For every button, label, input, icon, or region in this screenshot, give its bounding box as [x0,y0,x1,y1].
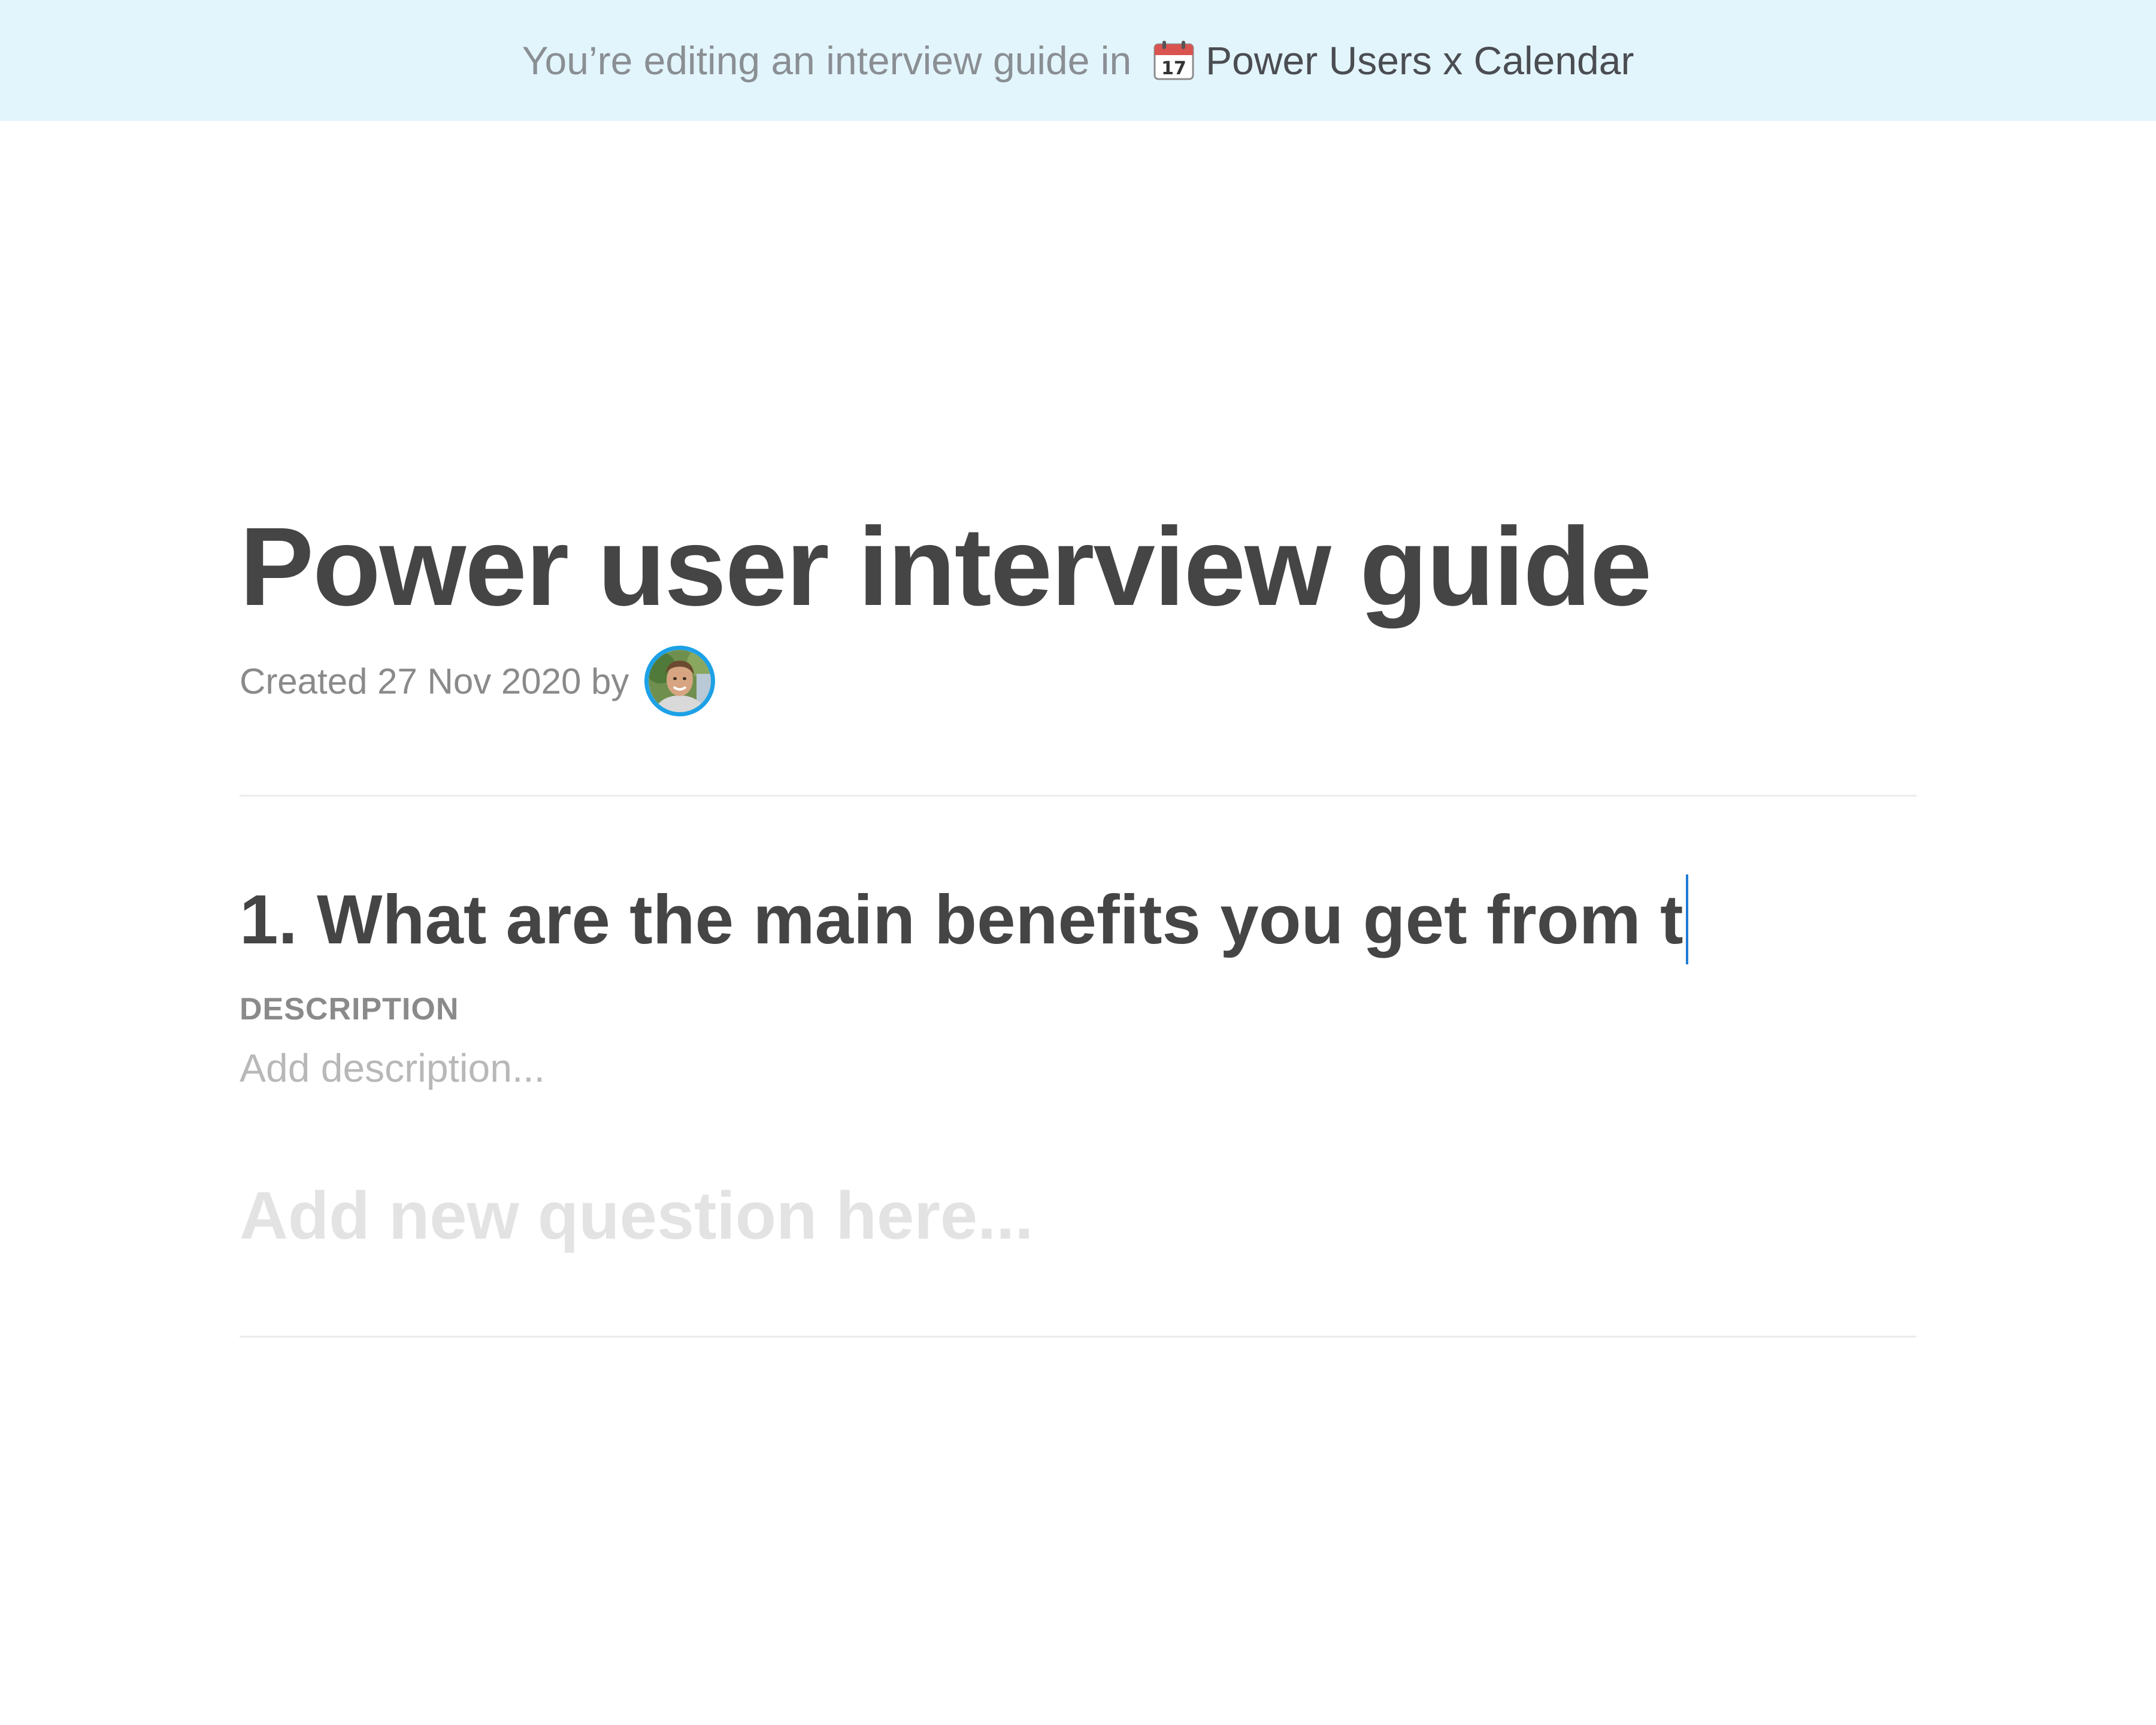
avatar[interactable] [644,646,716,716]
text-caret [1685,874,1688,964]
description-label: DESCRIPTION [240,992,459,1027]
calendar-icon: 17 [1153,40,1195,81]
new-question-input[interactable]: Add new question here... [240,1177,1033,1254]
question-text: 1. What are the main benefits you get fr… [240,880,1683,958]
project-name: Power Users x Calendar [1206,38,1634,83]
page-title[interactable]: Power user interview guide [240,503,1652,631]
header-divider [240,795,1916,797]
banner-prefix-text: You’re editing an interview guide in [522,38,1132,83]
svg-text:17: 17 [1161,58,1186,79]
created-meta: Created 27 Nov 2020 by [240,642,716,720]
question-title-input[interactable]: 1. What are the main benefits you get fr… [240,871,1688,967]
footer-divider [240,1336,1916,1337]
description-input[interactable]: Add description... [240,1045,545,1091]
project-link[interactable]: 17 Power Users x Calendar [1153,38,1634,83]
created-text: Created 27 Nov 2020 by [240,661,629,701]
editing-banner: You’re editing an interview guide in 17 … [0,0,2156,121]
